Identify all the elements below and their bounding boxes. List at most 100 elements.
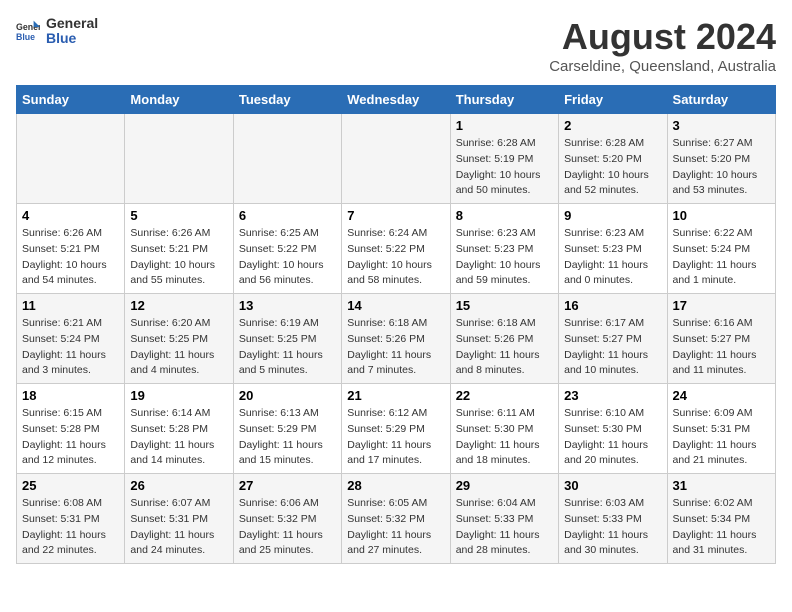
day-info: Sunrise: 6:18 AM Sunset: 5:26 PM Dayligh… [456, 316, 553, 379]
day-number: 2 [564, 118, 661, 133]
day-number: 20 [239, 388, 336, 403]
calendar-day-cell: 25 Sunrise: 6:08 AM Sunset: 5:31 PM Dayli… [17, 474, 125, 564]
day-info: Sunrise: 6:27 AM Sunset: 5:20 PM Dayligh… [673, 136, 770, 199]
day-info: Sunrise: 6:05 AM Sunset: 5:32 PM Dayligh… [347, 496, 444, 559]
day-number: 6 [239, 208, 336, 223]
day-number: 23 [564, 388, 661, 403]
calendar-week-row: 4 Sunrise: 6:26 AM Sunset: 5:21 PM Daylig… [17, 204, 776, 294]
day-info: Sunrise: 6:13 AM Sunset: 5:29 PM Dayligh… [239, 406, 336, 469]
day-number: 15 [456, 298, 553, 313]
day-info: Sunrise: 6:07 AM Sunset: 5:31 PM Dayligh… [130, 496, 227, 559]
calendar-day-cell: 15 Sunrise: 6:18 AM Sunset: 5:26 PM Dayli… [450, 294, 558, 384]
calendar-week-row: 18 Sunrise: 6:15 AM Sunset: 5:28 PM Dayli… [17, 384, 776, 474]
logo-blue-text: Blue [46, 31, 98, 46]
calendar-day-cell: 21 Sunrise: 6:12 AM Sunset: 5:29 PM Dayli… [342, 384, 450, 474]
calendar-day-cell [17, 114, 125, 204]
calendar-day-cell: 29Sunrise: 6:04 AM Sunset: 5:33 PM Dayli… [450, 474, 558, 564]
day-number: 24 [673, 388, 770, 403]
calendar-day-cell: 13 Sunrise: 6:19 AM Sunset: 5:25 PM Dayli… [233, 294, 341, 384]
day-info: Sunrise: 6:16 AM Sunset: 5:27 PM Dayligh… [673, 316, 770, 379]
day-info: Sunrise: 6:12 AM Sunset: 5:29 PM Dayligh… [347, 406, 444, 469]
day-info: Sunrise: 6:20 AM Sunset: 5:25 PM Dayligh… [130, 316, 227, 379]
day-of-week-header: Sunday [17, 86, 125, 114]
calendar-day-cell: 23 Sunrise: 6:10 AM Sunset: 5:30 PM Dayli… [559, 384, 667, 474]
svg-text:Blue: Blue [16, 32, 35, 42]
calendar-day-cell: 14 Sunrise: 6:18 AM Sunset: 5:26 PM Dayli… [342, 294, 450, 384]
day-number: 9 [564, 208, 661, 223]
day-info: Sunrise: 6:18 AM Sunset: 5:26 PM Dayligh… [347, 316, 444, 379]
calendar-table: SundayMondayTuesdayWednesdayThursdayFrid… [16, 85, 776, 564]
day-info: Sunrise: 6:17 AM Sunset: 5:27 PM Dayligh… [564, 316, 661, 379]
day-number: 1 [456, 118, 553, 133]
calendar-day-cell [125, 114, 233, 204]
day-number: 21 [347, 388, 444, 403]
calendar-day-cell [233, 114, 341, 204]
logo: General Blue General Blue [16, 16, 98, 47]
day-number: 8 [456, 208, 553, 223]
day-of-week-header: Monday [125, 86, 233, 114]
calendar-day-cell: 1 Sunrise: 6:28 AM Sunset: 5:19 PM Daylig… [450, 114, 558, 204]
day-info: Sunrise: 6:09 AM Sunset: 5:31 PM Dayligh… [673, 406, 770, 469]
page-title: August 2024 [549, 16, 776, 58]
day-info: Sunrise: 6:06 AM Sunset: 5:32 PM Dayligh… [239, 496, 336, 559]
day-number: 14 [347, 298, 444, 313]
day-info: Sunrise: 6:14 AM Sunset: 5:28 PM Dayligh… [130, 406, 227, 469]
calendar-day-cell: 9 Sunrise: 6:23 AM Sunset: 5:23 PM Daylig… [559, 204, 667, 294]
day-number: 28 [347, 478, 444, 493]
calendar-day-cell: 10Sunrise: 6:22 AM Sunset: 5:24 PM Dayli… [667, 204, 775, 294]
day-info: Sunrise: 6:03 AM Sunset: 5:33 PM Dayligh… [564, 496, 661, 559]
day-number: 18 [22, 388, 119, 403]
day-number: 4 [22, 208, 119, 223]
day-info: Sunrise: 6:25 AM Sunset: 5:22 PM Dayligh… [239, 226, 336, 289]
calendar-day-cell: 3 Sunrise: 6:27 AM Sunset: 5:20 PM Daylig… [667, 114, 775, 204]
day-number: 11 [22, 298, 119, 313]
day-info: Sunrise: 6:23 AM Sunset: 5:23 PM Dayligh… [564, 226, 661, 289]
day-number: 16 [564, 298, 661, 313]
day-info: Sunrise: 6:26 AM Sunset: 5:21 PM Dayligh… [22, 226, 119, 289]
calendar-day-cell: 26 Sunrise: 6:07 AM Sunset: 5:31 PM Dayli… [125, 474, 233, 564]
day-info: Sunrise: 6:28 AM Sunset: 5:19 PM Dayligh… [456, 136, 553, 199]
day-info: Sunrise: 6:02 AM Sunset: 5:34 PM Dayligh… [673, 496, 770, 559]
day-number: 19 [130, 388, 227, 403]
day-of-week-header: Tuesday [233, 86, 341, 114]
day-info: Sunrise: 6:19 AM Sunset: 5:25 PM Dayligh… [239, 316, 336, 379]
calendar-day-cell: 31 Sunrise: 6:02 AM Sunset: 5:34 PM Dayli… [667, 474, 775, 564]
day-info: Sunrise: 6:24 AM Sunset: 5:22 PM Dayligh… [347, 226, 444, 289]
calendar-day-cell: 4 Sunrise: 6:26 AM Sunset: 5:21 PM Daylig… [17, 204, 125, 294]
calendar-day-cell: 22Sunrise: 6:11 AM Sunset: 5:30 PM Dayli… [450, 384, 558, 474]
day-info: Sunrise: 6:26 AM Sunset: 5:21 PM Dayligh… [130, 226, 227, 289]
day-info: Sunrise: 6:10 AM Sunset: 5:30 PM Dayligh… [564, 406, 661, 469]
calendar-week-row: 1 Sunrise: 6:28 AM Sunset: 5:19 PM Daylig… [17, 114, 776, 204]
day-number: 31 [673, 478, 770, 493]
calendar-day-cell: 24 Sunrise: 6:09 AM Sunset: 5:31 PM Dayli… [667, 384, 775, 474]
day-number: 29 [456, 478, 553, 493]
day-info: Sunrise: 6:08 AM Sunset: 5:31 PM Dayligh… [22, 496, 119, 559]
day-info: Sunrise: 6:21 AM Sunset: 5:24 PM Dayligh… [22, 316, 119, 379]
day-number: 5 [130, 208, 227, 223]
day-number: 12 [130, 298, 227, 313]
calendar-day-cell: 27Sunrise: 6:06 AM Sunset: 5:32 PM Dayli… [233, 474, 341, 564]
calendar-day-cell: 16 Sunrise: 6:17 AM Sunset: 5:27 PM Dayli… [559, 294, 667, 384]
day-info: Sunrise: 6:15 AM Sunset: 5:28 PM Dayligh… [22, 406, 119, 469]
day-number: 13 [239, 298, 336, 313]
day-number: 7 [347, 208, 444, 223]
day-info: Sunrise: 6:11 AM Sunset: 5:30 PM Dayligh… [456, 406, 553, 469]
day-of-week-header: Wednesday [342, 86, 450, 114]
day-number: 25 [22, 478, 119, 493]
day-number: 26 [130, 478, 227, 493]
calendar-day-cell: 12 Sunrise: 6:20 AM Sunset: 5:25 PM Dayli… [125, 294, 233, 384]
page-header: General Blue General Blue August 2024 Ca… [16, 16, 776, 75]
calendar-day-cell: 6 Sunrise: 6:25 AM Sunset: 5:22 PM Daylig… [233, 204, 341, 294]
calendar-day-cell: 20 Sunrise: 6:13 AM Sunset: 5:29 PM Dayli… [233, 384, 341, 474]
day-info: Sunrise: 6:28 AM Sunset: 5:20 PM Dayligh… [564, 136, 661, 199]
day-of-week-header: Saturday [667, 86, 775, 114]
day-number: 3 [673, 118, 770, 133]
calendar-day-cell: 11 Sunrise: 6:21 AM Sunset: 5:24 PM Dayli… [17, 294, 125, 384]
calendar-day-cell: 18 Sunrise: 6:15 AM Sunset: 5:28 PM Dayli… [17, 384, 125, 474]
day-info: Sunrise: 6:23 AM Sunset: 5:23 PM Dayligh… [456, 226, 553, 289]
day-number: 30 [564, 478, 661, 493]
day-of-week-header: Friday [559, 86, 667, 114]
calendar-day-cell: 5 Sunrise: 6:26 AM Sunset: 5:21 PM Daylig… [125, 204, 233, 294]
calendar-day-cell: 30 Sunrise: 6:03 AM Sunset: 5:33 PM Dayli… [559, 474, 667, 564]
generalblue-logo-icon: General Blue [16, 19, 40, 43]
